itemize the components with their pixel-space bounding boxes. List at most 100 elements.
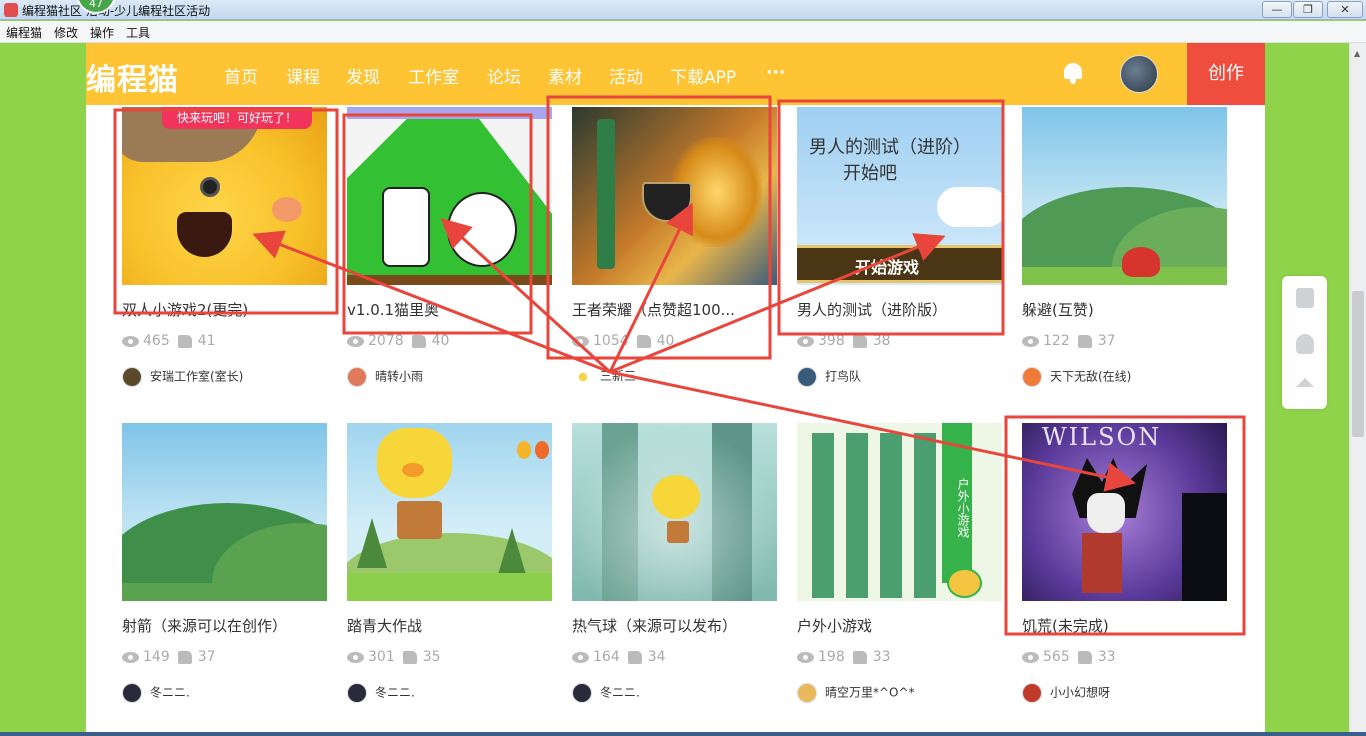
thumbs-up-icon bbox=[852, 334, 867, 348]
create-button[interactable]: 创作 bbox=[1187, 43, 1265, 105]
view-count: 1054 bbox=[593, 333, 629, 349]
project-author[interactable]: 冬ニニ. bbox=[572, 683, 640, 703]
project-title[interactable]: 户外小游戏 bbox=[797, 615, 1017, 636]
project-title[interactable]: 踏青大作战 bbox=[347, 615, 567, 636]
author-name: 晴空万里*^O^* bbox=[825, 685, 915, 700]
scroll-up-icon[interactable]: ▲ bbox=[1354, 49, 1360, 58]
project-title[interactable]: 王者荣耀（点赞超100... bbox=[572, 299, 792, 320]
like-count: 38 bbox=[872, 333, 891, 349]
minimize-button[interactable]: — bbox=[1262, 1, 1292, 18]
project-author[interactable]: 安瑞工作室(室长) bbox=[122, 367, 243, 387]
eye-icon bbox=[1022, 651, 1039, 663]
site-logo[interactable]: 编程猫 bbox=[86, 55, 179, 99]
author-avatar bbox=[1022, 367, 1042, 387]
author-name: 晴转小雨 bbox=[375, 369, 424, 384]
author-avatar bbox=[122, 683, 142, 703]
project-title[interactable]: v1.0.1猫里奥 bbox=[347, 299, 567, 320]
project-grid: 快来玩吧！可好玩了！ 双人小游戏2(更完) 465 41 安瑞工作室(室长) v1… bbox=[86, 105, 1265, 732]
menu-item-action[interactable]: 操作 bbox=[90, 24, 114, 41]
author-avatar bbox=[797, 683, 817, 703]
like-count: 37 bbox=[197, 649, 216, 665]
vertical-scrollbar[interactable]: ▲ bbox=[1349, 43, 1366, 732]
menu-item-tools[interactable]: 工具 bbox=[126, 24, 150, 41]
view-count: 149 bbox=[143, 649, 170, 665]
nav-courses[interactable]: 课程 bbox=[286, 63, 320, 88]
project-author[interactable]: 打鸟队 bbox=[797, 367, 861, 387]
thumbs-up-icon bbox=[627, 650, 642, 664]
floating-tools-panel bbox=[1282, 276, 1327, 409]
project-author[interactable]: 晴转小雨 bbox=[347, 367, 423, 387]
maximize-button[interactable]: ❐ bbox=[1293, 1, 1323, 18]
project-thumbnail[interactable]: 男人的测试（进阶） 开始吧 开始游戏 bbox=[797, 107, 1002, 285]
nav-forum[interactable]: 论坛 bbox=[487, 63, 521, 88]
project-title[interactable]: 饥荒(未完成) bbox=[1022, 615, 1242, 636]
project-author[interactable]: 晴空万里*^O^* bbox=[797, 683, 915, 703]
menu-item-bcm[interactable]: 编程猫 bbox=[6, 24, 42, 41]
thumbs-up-icon bbox=[411, 334, 426, 348]
thumbnail-text: 男人的测试（进阶） 开始吧 bbox=[809, 137, 971, 184]
project-title[interactable]: 男人的测试（进阶版） bbox=[797, 299, 1017, 320]
thumbs-up-icon bbox=[177, 650, 192, 664]
window-title-bar: 编程猫社区 活动-少儿编程社区活动 47 — ❐ ✕ bbox=[0, 0, 1366, 20]
nav-materials[interactable]: 素材 bbox=[548, 63, 582, 88]
close-button[interactable]: ✕ bbox=[1327, 1, 1363, 18]
project-title[interactable]: 躲避(互赞) bbox=[1022, 299, 1242, 320]
author-name: 冬ニニ. bbox=[600, 685, 640, 700]
project-thumbnail[interactable]: 快来玩吧！可好玩了！ bbox=[122, 107, 327, 285]
view-count: 198 bbox=[818, 649, 845, 665]
project-title[interactable]: 射箭（来源可以在创作） bbox=[122, 615, 342, 636]
user-avatar[interactable] bbox=[1120, 55, 1158, 93]
app-icon bbox=[4, 3, 18, 17]
project-title[interactable]: 热气球（来源可以发布） bbox=[572, 615, 792, 636]
nav-discover[interactable]: 发现 bbox=[346, 63, 380, 88]
project-title[interactable]: 双人小游戏2(更完) bbox=[122, 299, 342, 320]
project-stats: 398 38 bbox=[797, 333, 891, 349]
author-name: 天下无敌(在线) bbox=[1050, 369, 1132, 384]
project-thumbnail[interactable] bbox=[572, 107, 777, 285]
nav-download-app[interactable]: 下载APP bbox=[670, 63, 736, 88]
menu-item-edit[interactable]: 修改 bbox=[54, 24, 78, 41]
project-author[interactable]: 小小幻想呀 bbox=[1022, 683, 1110, 703]
author-name: 安瑞工作室(室长) bbox=[150, 369, 244, 384]
author-name: 三新三 bbox=[600, 369, 637, 383]
author-avatar bbox=[122, 367, 142, 387]
project-thumbnail[interactable]: 户外小游戏 bbox=[797, 423, 1002, 601]
nav-more[interactable]: ··· bbox=[766, 63, 785, 83]
project-author[interactable]: 三新三 bbox=[576, 367, 636, 384]
project-thumbnail[interactable]: WILSON bbox=[1022, 423, 1227, 601]
thumbnail-text: 户外小游戏 bbox=[942, 423, 972, 583]
project-thumbnail[interactable] bbox=[347, 423, 552, 601]
project-author[interactable]: 冬ニニ. bbox=[122, 683, 190, 703]
project-thumbnail[interactable] bbox=[122, 423, 327, 601]
nav-events[interactable]: 活动 bbox=[609, 63, 643, 88]
thumbs-up-icon bbox=[1077, 334, 1092, 348]
nav-home[interactable]: 首页 bbox=[224, 63, 258, 88]
qq-icon[interactable] bbox=[1296, 334, 1314, 354]
taskbar bbox=[0, 732, 1366, 736]
project-stats: 198 33 bbox=[797, 649, 891, 665]
like-count: 34 bbox=[647, 649, 666, 665]
thumbnail-start-bar: 开始游戏 bbox=[797, 245, 1002, 283]
project-thumbnail[interactable] bbox=[1022, 107, 1227, 285]
view-count: 301 bbox=[368, 649, 395, 665]
project-thumbnail[interactable] bbox=[572, 423, 777, 601]
view-count: 122 bbox=[1043, 333, 1070, 349]
thumbs-up-icon bbox=[636, 334, 651, 348]
project-author[interactable]: 冬ニニ. bbox=[347, 683, 415, 703]
like-count: 41 bbox=[197, 333, 216, 349]
back-to-top-icon[interactable] bbox=[1296, 378, 1314, 387]
phone-icon[interactable] bbox=[1296, 288, 1314, 308]
menu-bar: 编程猫 修改 操作 工具 bbox=[0, 21, 1366, 43]
nav-studio[interactable]: 工作室 bbox=[408, 63, 459, 88]
eye-icon bbox=[797, 335, 814, 347]
thumbnail-text: WILSON bbox=[1042, 423, 1162, 451]
bell-icon[interactable] bbox=[1062, 61, 1084, 85]
project-thumbnail[interactable] bbox=[347, 107, 552, 285]
author-name: 冬ニニ. bbox=[150, 685, 190, 700]
scrollbar-thumb[interactable] bbox=[1352, 291, 1364, 437]
thumbnail-banner: 快来玩吧！可好玩了！ bbox=[162, 107, 312, 129]
author-avatar bbox=[797, 367, 817, 387]
view-count: 565 bbox=[1043, 649, 1070, 665]
project-author[interactable]: 天下无敌(在线) bbox=[1022, 367, 1131, 387]
window-title: 编程猫社区 活动-少儿编程社区活动 bbox=[22, 4, 211, 18]
